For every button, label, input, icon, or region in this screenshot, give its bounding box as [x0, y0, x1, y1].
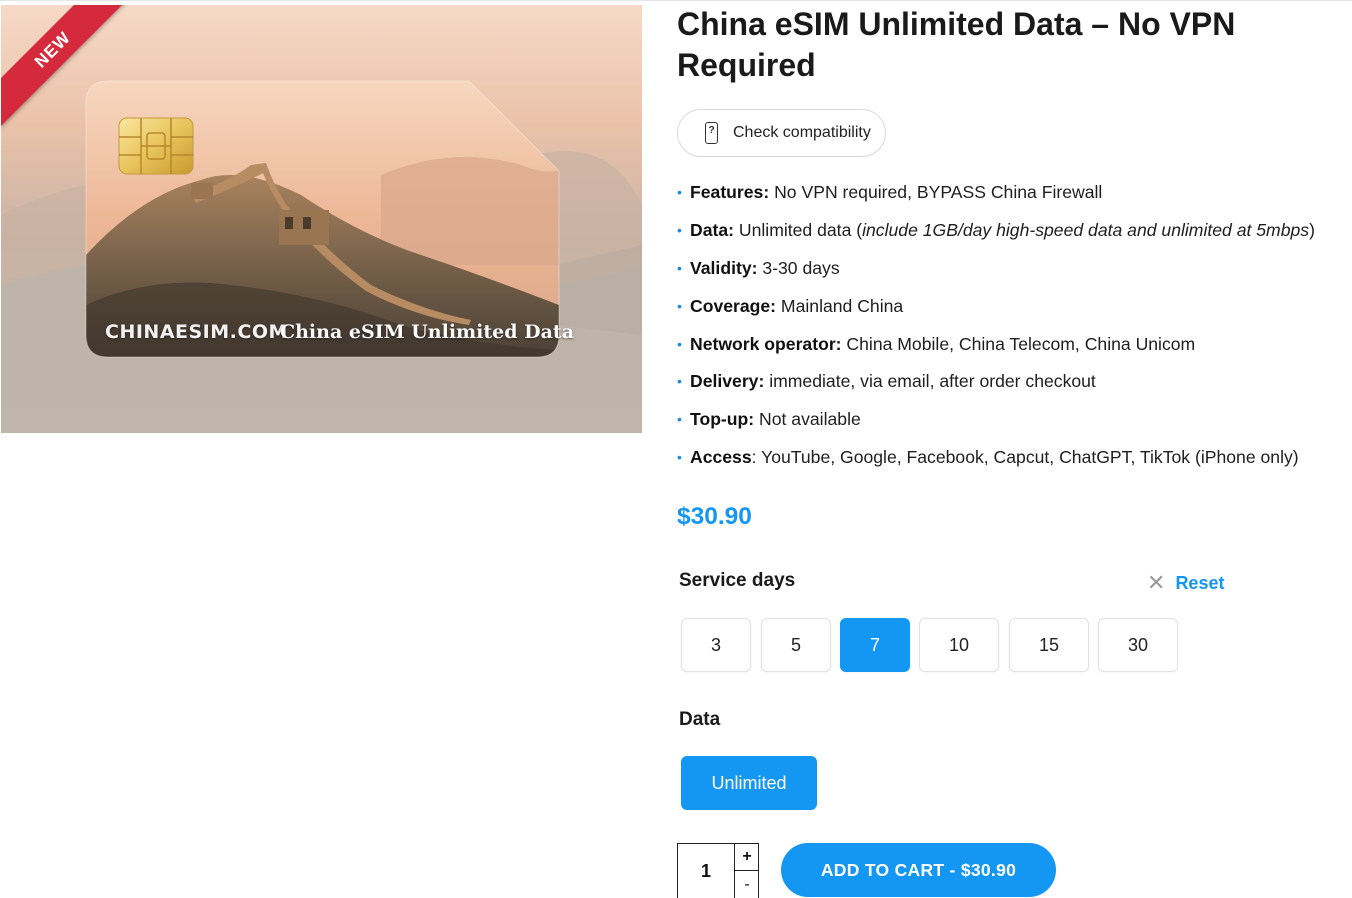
feature-text: Not available	[754, 409, 861, 430]
list-item: • Data: Unlimited data (include 1GB/day h…	[677, 216, 1315, 254]
feature-note: include 1GB/day high-speed data and unli…	[862, 219, 1310, 240]
feature-label: Network operator:	[690, 333, 842, 354]
feature-label: Delivery:	[690, 371, 765, 392]
card-title: China eSIM Unlimited Data	[280, 321, 575, 343]
feature-text: No VPN required, BYPASS China Firewall	[769, 182, 1103, 202]
check-compatibility-label: Check compatibility	[733, 124, 871, 141]
feature-text: Unlimited data (	[734, 219, 863, 240]
list-item: • Top-up: Not available	[677, 405, 1315, 443]
feature-text: China Mobile, China Telecom, China Unico…	[841, 333, 1196, 354]
bullet-icon: •	[677, 373, 682, 390]
product-price: $30.90	[677, 503, 752, 530]
product-title: China eSIM Unlimited Data – No VPN Requi…	[677, 6, 1236, 83]
list-item: • Features: No VPN required, BYPASS China…	[677, 178, 1315, 216]
feature-text: : YouTube, Google, Facebook, Capcut, Cha…	[751, 447, 1299, 468]
reset-label: Reset	[1175, 572, 1225, 593]
feature-list: • Features: No VPN required, BYPASS China…	[677, 178, 1315, 481]
feature-text: Mainland China	[776, 295, 904, 316]
feature-text: immediate, via email, after order checko…	[764, 371, 1096, 392]
bullet-icon: •	[677, 335, 682, 352]
bullet-icon: •	[677, 221, 682, 238]
list-item: • Network operator: China Mobile, China T…	[677, 330, 1315, 368]
reset-button[interactable]: ✕ Reset	[1147, 572, 1224, 594]
service-days-label: Service days	[679, 570, 796, 591]
feature-label: Coverage:	[690, 295, 777, 316]
list-item: • Validity: 3-30 days	[677, 254, 1315, 292]
bullet-icon: •	[677, 259, 682, 276]
service-days-option-5[interactable]: 5	[761, 618, 831, 672]
add-to-cart-button[interactable]: ADD TO CART - $30.90	[781, 843, 1056, 897]
service-days-option-30[interactable]: 30	[1098, 618, 1178, 672]
great-wall-illustration	[1, 80, 642, 433]
data-option-unlimited[interactable]: Unlimited	[681, 756, 817, 810]
data-label: Data	[679, 709, 721, 730]
check-compatibility-button[interactable]: ? Check compatibility	[677, 109, 886, 157]
feature-text: 3-30 days	[757, 257, 840, 278]
top-divider	[0, 0, 1352, 1]
close-icon: ✕	[1147, 570, 1166, 595]
feature-text-end: )	[1309, 219, 1315, 240]
feature-label: Validity:	[690, 257, 758, 278]
quantity-increase-button[interactable]: +	[734, 844, 759, 871]
bullet-icon: •	[677, 297, 682, 314]
feature-label: Data:	[690, 219, 734, 240]
brand-logo: CHINAESIM.COM	[105, 321, 288, 343]
quantity-decrease-button[interactable]: -	[734, 871, 759, 898]
list-item: • Coverage: Mainland China	[677, 292, 1315, 330]
bullet-icon: •	[677, 449, 682, 466]
quantity-input[interactable]: 1	[678, 844, 734, 898]
list-item: • Delivery: immediate, via email, after o…	[677, 367, 1315, 405]
service-days-option-10[interactable]: 10	[919, 618, 999, 672]
bullet-icon: •	[677, 411, 682, 428]
list-item: • Access: YouTube, Google, Facebook, Capc…	[677, 443, 1315, 481]
service-days-option-3[interactable]: 3	[681, 618, 751, 672]
phone-question-icon: ?	[705, 122, 718, 144]
sim-chip-icon	[118, 117, 194, 175]
product-image[interactable]: NEW CHINAESIM.COM China eSIM Unlimited D…	[1, 5, 642, 433]
service-days-option-7[interactable]: 7	[840, 618, 910, 672]
quantity-stepper: 1 + -	[677, 843, 759, 898]
feature-label: Top-up:	[690, 409, 755, 430]
bullet-icon: •	[677, 184, 682, 200]
service-days-option-15[interactable]: 15	[1009, 618, 1089, 672]
feature-label: Features:	[690, 182, 770, 202]
feature-label: Access	[690, 447, 752, 468]
